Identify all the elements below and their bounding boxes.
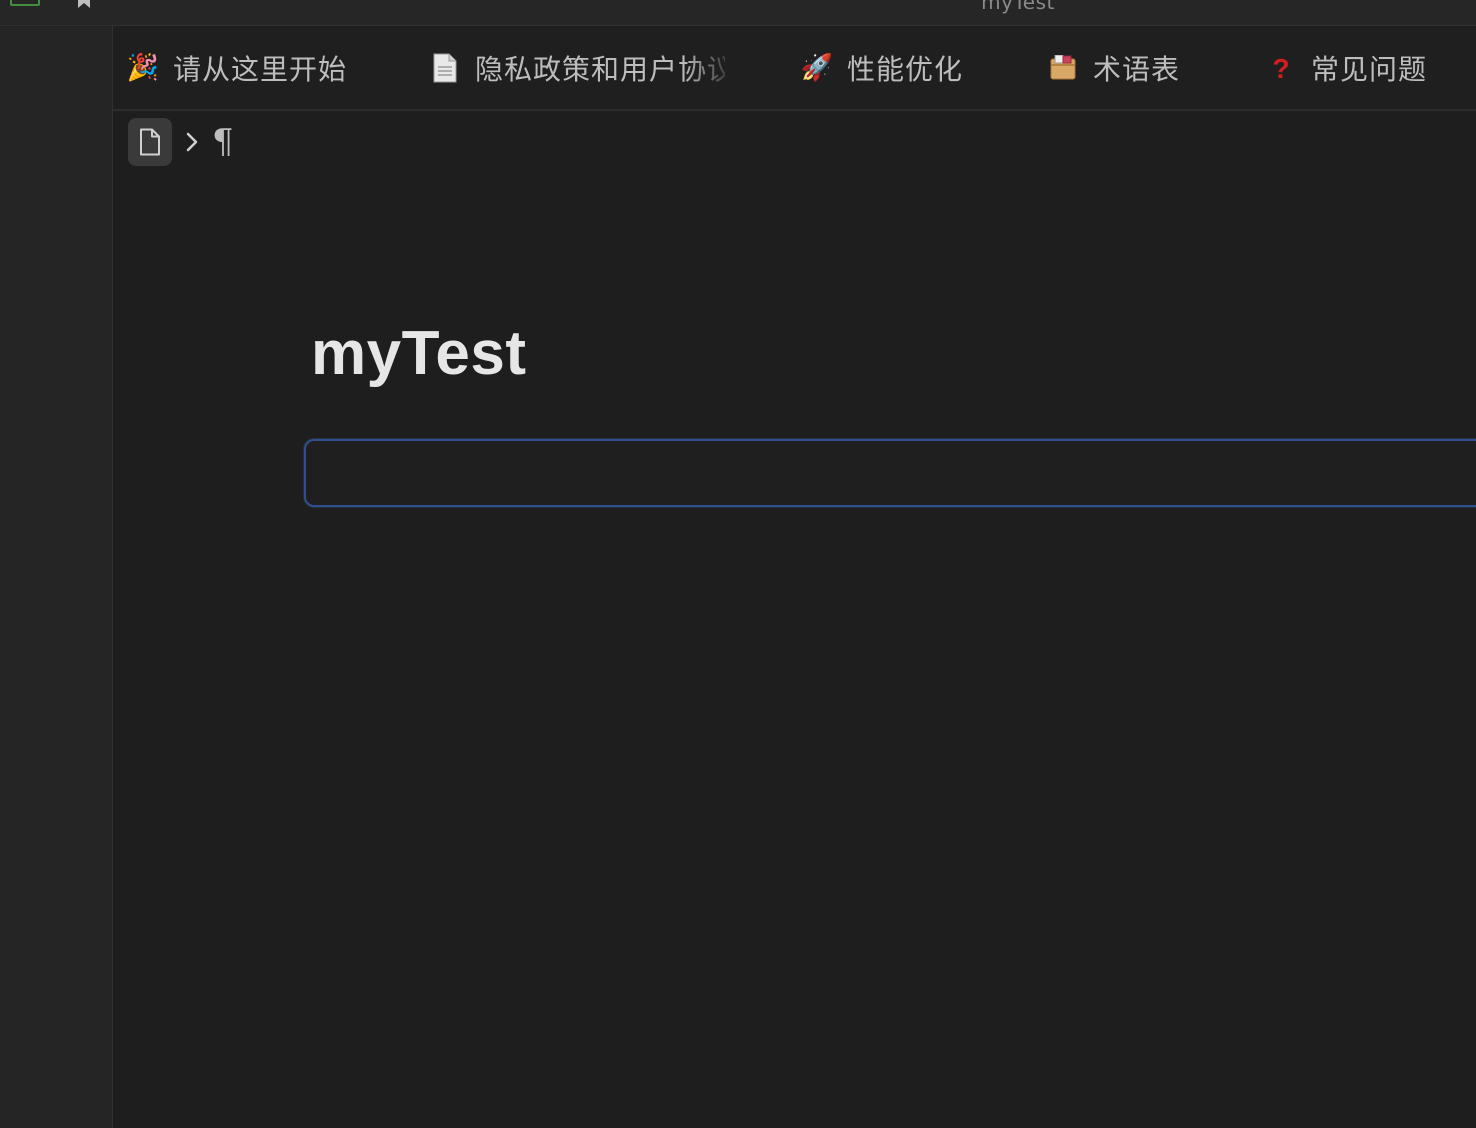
window-titlebar: myTest [0, 0, 1476, 26]
editor-area: 🎉 请从这里开始 隐私政策和用户协议 🚀 性能优化 术语表 ? 常见问题 ¶ m… [113, 26, 1476, 1128]
tab-label: 术语表 [1093, 53, 1181, 86]
tab-privacy-policy[interactable]: 隐私政策和用户协议 [429, 48, 725, 88]
document-title[interactable]: myTest [311, 318, 527, 389]
question-mark-icon: ? [1265, 52, 1297, 84]
tab-glossary[interactable]: 术语表 [1047, 48, 1207, 88]
window-title: myTest [981, 0, 1055, 14]
party-popper-icon: 🎉 [127, 53, 160, 83]
tab-label: 隐私政策和用户协议 [475, 53, 725, 86]
svg-text:?: ? [1272, 53, 1289, 83]
breadcrumb-document-button[interactable] [128, 118, 172, 166]
breadcrumb-paragraph[interactable]: ¶ [212, 125, 234, 159]
card-file-box-icon [1047, 52, 1079, 84]
editor-paragraph-block[interactable] [304, 439, 1476, 507]
tab-label: 性能优化 [847, 53, 964, 86]
breadcrumb: ¶ [128, 118, 234, 166]
document-icon [429, 52, 461, 84]
document-icon [140, 128, 160, 156]
tab-label: 请从这里开始 [173, 53, 348, 86]
left-sidebar [0, 26, 113, 1128]
tab-getting-started[interactable]: 🎉 请从这里开始 [127, 48, 367, 88]
tab-faq[interactable]: ? 常见问题 [1265, 48, 1475, 88]
chevron-right-icon [182, 131, 202, 153]
tab-bar: 🎉 请从这里开始 隐私政策和用户协议 🚀 性能优化 术语表 ? 常见问题 [113, 26, 1476, 111]
rocket-icon: 🚀 [801, 53, 834, 83]
tab-label: 常见问题 [1311, 53, 1428, 86]
tab-performance[interactable]: 🚀 性能优化 [801, 48, 991, 88]
